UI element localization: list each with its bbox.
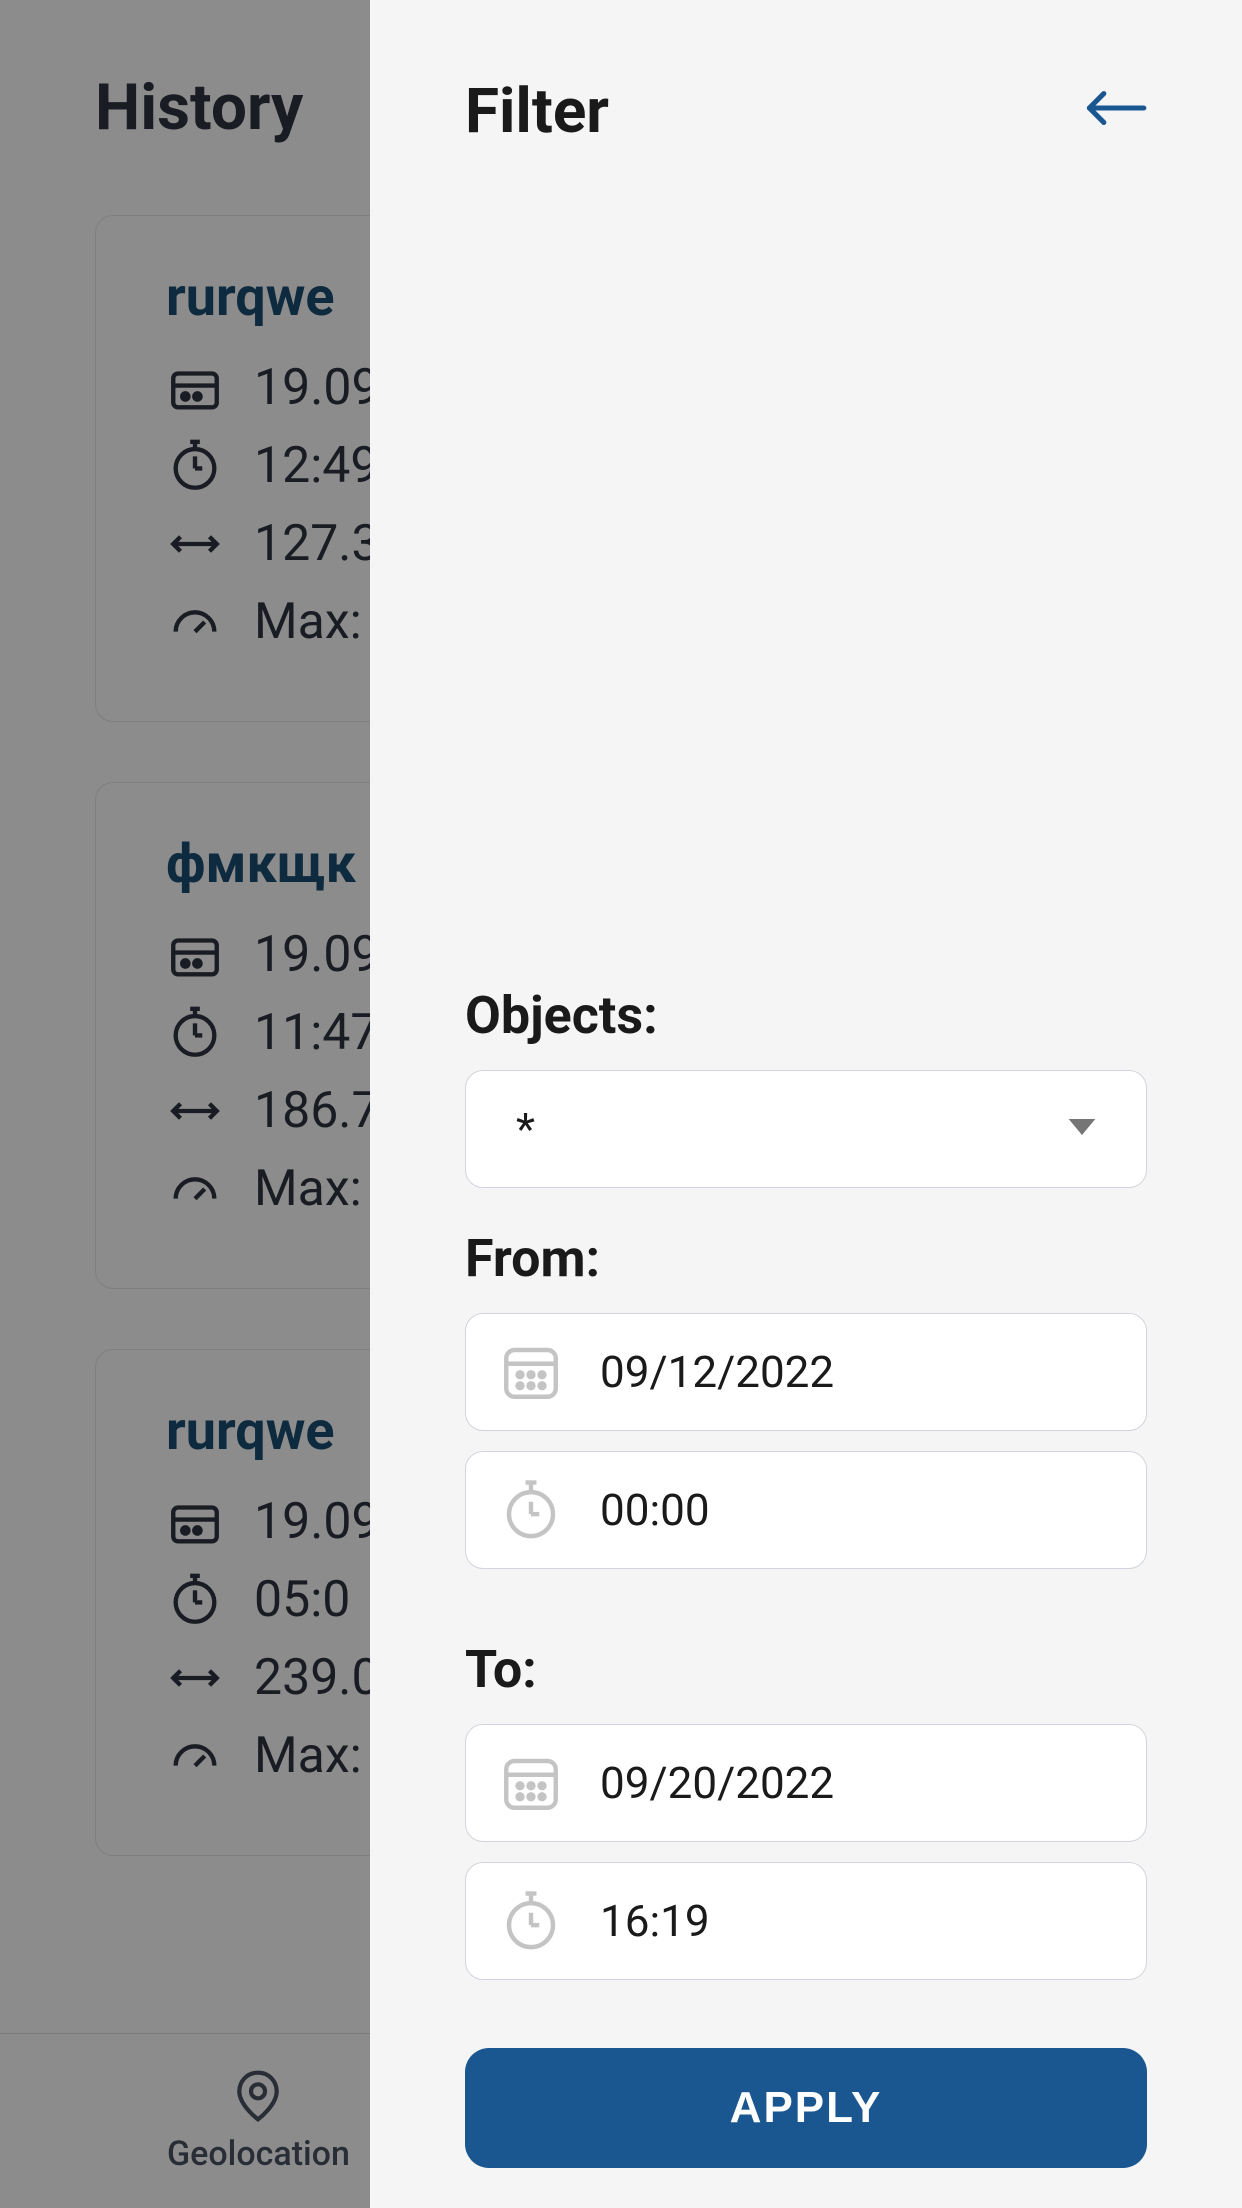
to-time-value: 16:19 [600,1895,710,1947]
stopwatch-icon [498,1888,564,1954]
from-label: From: [465,1228,1147,1289]
objects-value: * [516,1103,535,1155]
from-time-value: 00:00 [600,1484,710,1536]
objects-label: Objects: [465,985,1147,1046]
stopwatch-icon [498,1477,564,1543]
to-label: To: [465,1639,1147,1700]
filter-panel: Filter Objects: * From: [370,0,1242,2208]
arrow-left-icon [1083,84,1147,132]
from-time-input[interactable]: 00:00 [465,1451,1147,1569]
to-date-input[interactable]: 09/20/2022 [465,1724,1147,1842]
objects-select[interactable]: * [465,1070,1147,1188]
chevron-down-icon [1068,1119,1096,1139]
calendar-icon [498,1750,564,1816]
calendar-icon [498,1339,564,1405]
back-button[interactable] [1083,76,1147,147]
to-date-value: 09/20/2022 [600,1757,834,1809]
from-date-value: 09/12/2022 [600,1346,834,1398]
to-time-input[interactable]: 16:19 [465,1862,1147,1980]
from-date-input[interactable]: 09/12/2022 [465,1313,1147,1431]
apply-button[interactable]: APPLY [465,2048,1147,2168]
filter-title: Filter [465,75,609,148]
